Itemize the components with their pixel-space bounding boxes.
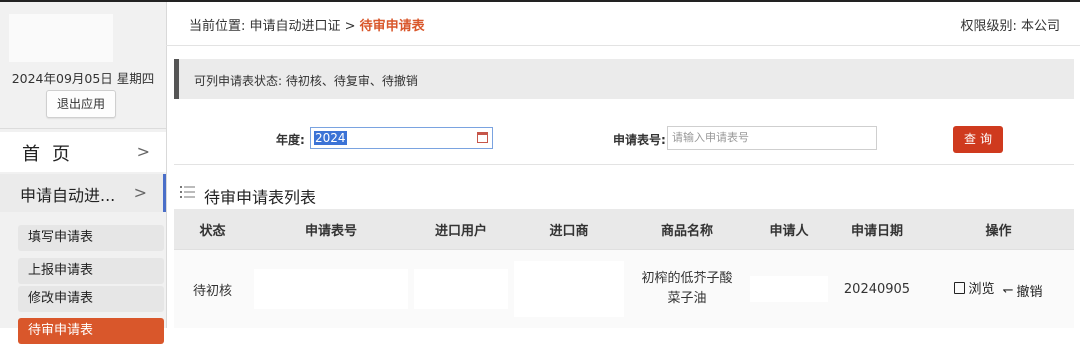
logo-placeholder	[9, 14, 113, 62]
cell-applicant	[747, 249, 831, 328]
year-label: 年度:	[276, 133, 305, 147]
undo-icon: ↽	[1002, 282, 1014, 298]
redacted-app-no	[254, 269, 408, 309]
column-header: 状态	[174, 209, 251, 250]
nav-item-apply-auto-import[interactable]: 申请自动进... >	[0, 174, 166, 212]
breadcrumb-current: 待审申请表	[359, 19, 425, 34]
browse-icon	[954, 281, 966, 294]
app-no-input[interactable]: 请输入申请表号	[667, 126, 877, 150]
cell-product-name: 初榨的低芥子酸菜子油	[627, 249, 747, 328]
nav-home-label: 首页	[22, 144, 82, 165]
breadcrumb: 当前位置: 申请自动进口证 > 待审申请表	[189, 15, 425, 34]
column-header: 申请日期	[831, 209, 923, 250]
cell-actions: 浏览 ↽ 撤销	[923, 249, 1074, 328]
sidebar: 2024年09月05日 星期四 退出应用 首页 > 申请自动进... > 填写申…	[0, 2, 167, 344]
nav-divider	[0, 128, 166, 129]
status-info-text: 可列申请表状态: 待初核、待复审、待撤销	[194, 74, 418, 88]
redacted-importer	[514, 261, 624, 317]
redacted-applicant	[750, 276, 828, 302]
pending-forms-table: 状态 申请表号 进口用户 进口商 商品名称 申请人 申请日期 操作 待初核 初榨…	[174, 209, 1074, 328]
list-title: 待审申请表列表	[204, 188, 317, 207]
undo-label: 撤销	[1016, 284, 1043, 300]
undo-action[interactable]: ↽ 撤销	[1003, 281, 1043, 300]
sub-item-fill-form[interactable]: 填写申请表	[18, 225, 164, 251]
sub-item-pending-forms[interactable]: 待审申请表	[18, 318, 164, 344]
exit-app-button[interactable]: 退出应用	[46, 90, 116, 118]
app-no-label: 申请表号:	[613, 133, 666, 147]
column-header: 进口用户	[411, 209, 511, 250]
status-info-bar: 可列申请表状态: 待初核、待复审、待撤销	[174, 59, 1074, 99]
nav-apply-label: 申请自动进...	[20, 186, 116, 205]
cell-app-no	[251, 249, 411, 328]
year-input[interactable]: 2024	[310, 127, 493, 149]
query-button[interactable]: 查询	[953, 126, 1003, 153]
table-header-row: 状态 申请表号 进口用户 进口商 商品名称 申请人 申请日期 操作	[174, 209, 1074, 250]
sub-item-submit-form[interactable]: 上报申请表	[18, 258, 164, 284]
browse-action[interactable]: 浏览	[954, 278, 994, 297]
header-divider	[166, 45, 1080, 46]
table-row: 待初核 初榨的低芥子酸菜子油 20240905 浏览 ↽ 撤销	[174, 249, 1074, 328]
column-header: 操作	[923, 209, 1074, 250]
current-date: 2024年09月05日 星期四	[11, 71, 155, 86]
column-header: 申请人	[747, 209, 831, 250]
browse-label: 浏览	[968, 282, 995, 298]
year-value: 2024	[314, 131, 347, 145]
search-divider	[174, 164, 1074, 165]
cell-import-user	[411, 249, 511, 328]
breadcrumb-path: 当前位置: 申请自动进口证 >	[189, 19, 360, 34]
column-header: 申请表号	[251, 209, 411, 250]
redacted-import-user	[414, 269, 508, 309]
cell-importer	[511, 249, 627, 328]
calendar-icon[interactable]	[477, 132, 488, 143]
cell-apply-date: 20240905	[831, 249, 923, 328]
cell-status: 待初核	[174, 249, 251, 328]
chevron-right-icon: >	[133, 183, 147, 202]
list-icon	[180, 186, 195, 198]
column-header: 进口商	[511, 209, 627, 250]
column-header: 商品名称	[627, 209, 747, 250]
chevron-right-icon: >	[136, 142, 150, 161]
product-name: 初榨的低芥子酸菜子油	[641, 271, 733, 306]
permission-level: 权限级别: 本公司	[960, 19, 1060, 34]
nav-item-home[interactable]: 首页 >	[0, 132, 166, 172]
sub-item-edit-form[interactable]: 修改申请表	[18, 286, 164, 312]
